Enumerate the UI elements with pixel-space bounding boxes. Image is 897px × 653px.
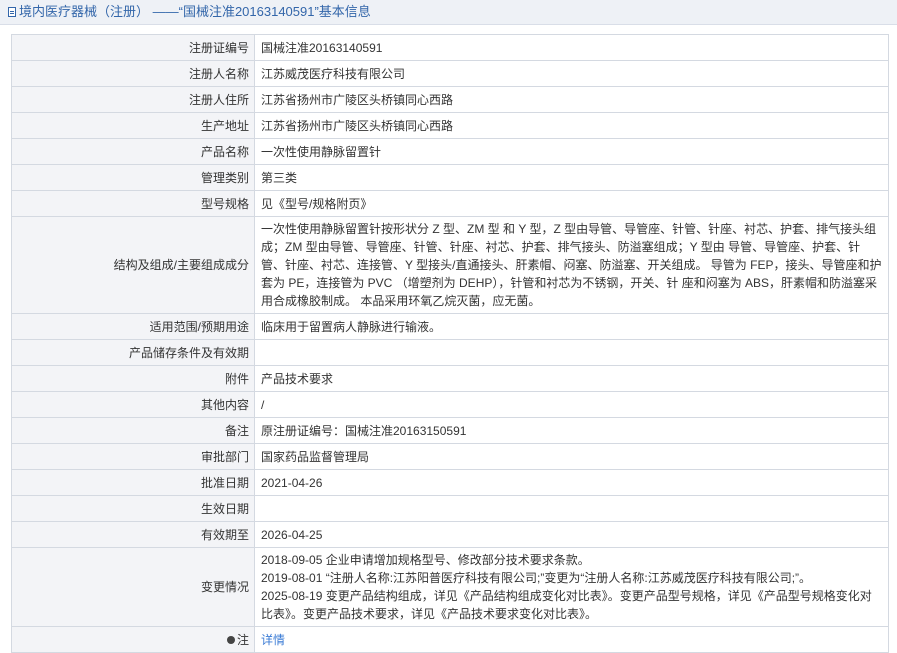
row-value: 2026-04-25 — [254, 521, 889, 548]
row-value: 国家药品监督管理局 — [254, 443, 889, 470]
table-row: 产品储存条件及有效期 — [11, 339, 889, 366]
changes-value: 2018-09-05 企业申请增加规格型号、修改部分技术要求条款。 2019-0… — [254, 547, 889, 627]
table-row: 有效期至 2026-04-25 — [11, 521, 889, 548]
row-value — [254, 495, 889, 522]
details-link[interactable]: 详情 — [261, 633, 285, 647]
row-value: 国械注准20163140591 — [254, 34, 889, 61]
page-header: 境内医疗器械（注册） ——“国械注准20163140591”基本信息 — [0, 0, 897, 25]
row-label: 注册人名称 — [11, 60, 255, 87]
table-row: 注册人住所 江苏省扬州市广陵区头桥镇同心西路 — [11, 86, 889, 113]
row-label: 管理类别 — [11, 164, 255, 191]
row-value: 江苏省扬州市广陵区头桥镇同心西路 — [254, 112, 889, 139]
row-value: 江苏省扬州市广陵区头桥镇同心西路 — [254, 86, 889, 113]
row-label: 附件 — [11, 365, 255, 392]
row-value: 2021-04-26 — [254, 469, 889, 496]
table-row: 注册证编号 国械注准20163140591 — [11, 34, 889, 61]
row-label: 注册人住所 — [11, 86, 255, 113]
table-row: 生产地址 江苏省扬州市广陵区头桥镇同心西路 — [11, 112, 889, 139]
row-value: / — [254, 391, 889, 418]
document-icon — [8, 7, 16, 17]
row-label: 产品名称 — [11, 138, 255, 165]
changes-label: 变更情况 — [11, 547, 255, 627]
row-label: 结构及组成/主要组成成分 — [11, 216, 255, 314]
row-value: 产品技术要求 — [254, 365, 889, 392]
row-label: 批准日期 — [11, 469, 255, 496]
change-entry: 2019-08-01 “注册人名称:江苏阳普医疗科技有限公司;”变更为“注册人名… — [261, 571, 812, 585]
row-label: 备注 — [11, 417, 255, 444]
row-label: 产品储存条件及有效期 — [11, 339, 255, 366]
row-value: 临床用于留置病人静脉进行输液。 — [254, 313, 889, 340]
table-row: 其他内容 / — [11, 391, 889, 418]
table-row: 批准日期 2021-04-26 — [11, 469, 889, 496]
row-value: 见《型号/规格附页》 — [254, 190, 889, 217]
info-table: 注册证编号 国械注准20163140591 注册人名称 江苏威茂医疗科技有限公司… — [11, 34, 889, 653]
table-row: 生效日期 — [11, 495, 889, 522]
table-row: 附件 产品技术要求 — [11, 365, 889, 392]
row-label: 注册证编号 — [11, 34, 255, 61]
table-row: 备注 原注册证编号：国械注准20163150591 — [11, 417, 889, 444]
note-row: 注 详情 — [11, 626, 889, 653]
table-row: 审批部门 国家药品监督管理局 — [11, 443, 889, 470]
row-value: 江苏威茂医疗科技有限公司 — [254, 60, 889, 87]
table-row: 结构及组成/主要组成成分 一次性使用静脉留置针按形状分 Z 型、ZM 型 和 Y… — [11, 216, 889, 314]
row-label: 其他内容 — [11, 391, 255, 418]
row-label: 生产地址 — [11, 112, 255, 139]
changes-row: 变更情况 2018-09-05 企业申请增加规格型号、修改部分技术要求条款。 2… — [11, 547, 889, 627]
row-value: 一次性使用静脉留置针 — [254, 138, 889, 165]
row-value: 第三类 — [254, 164, 889, 191]
table-row: 适用范围/预期用途 临床用于留置病人静脉进行输液。 — [11, 313, 889, 340]
row-label: 型号规格 — [11, 190, 255, 217]
change-entry: 2025-08-19 变更产品结构组成，详见《产品结构组成变化对比表》。变更产品… — [261, 589, 872, 621]
table-row: 型号规格 见《型号/规格附页》 — [11, 190, 889, 217]
row-value: 原注册证编号：国械注准20163150591 — [254, 417, 889, 444]
note-label-cell: 注 — [11, 626, 255, 653]
note-label: 注 — [236, 632, 249, 647]
row-label: 有效期至 — [11, 521, 255, 548]
page-title: 境内医疗器械（注册） ——“国械注准20163140591”基本信息 — [19, 4, 371, 19]
note-icon — [226, 635, 235, 644]
row-label: 生效日期 — [11, 495, 255, 522]
row-label: 审批部门 — [11, 443, 255, 470]
table-row: 产品名称 一次性使用静脉留置针 — [11, 138, 889, 165]
change-entry: 2018-09-05 企业申请增加规格型号、修改部分技术要求条款。 — [261, 553, 590, 567]
row-label: 适用范围/预期用途 — [11, 313, 255, 340]
table-row: 管理类别 第三类 — [11, 164, 889, 191]
table-row: 注册人名称 江苏威茂医疗科技有限公司 — [11, 60, 889, 87]
row-value: 一次性使用静脉留置针按形状分 Z 型、ZM 型 和 Y 型，Z 型由导管、导管座… — [254, 216, 889, 314]
row-value — [254, 339, 889, 366]
note-value: 详情 — [254, 626, 889, 653]
